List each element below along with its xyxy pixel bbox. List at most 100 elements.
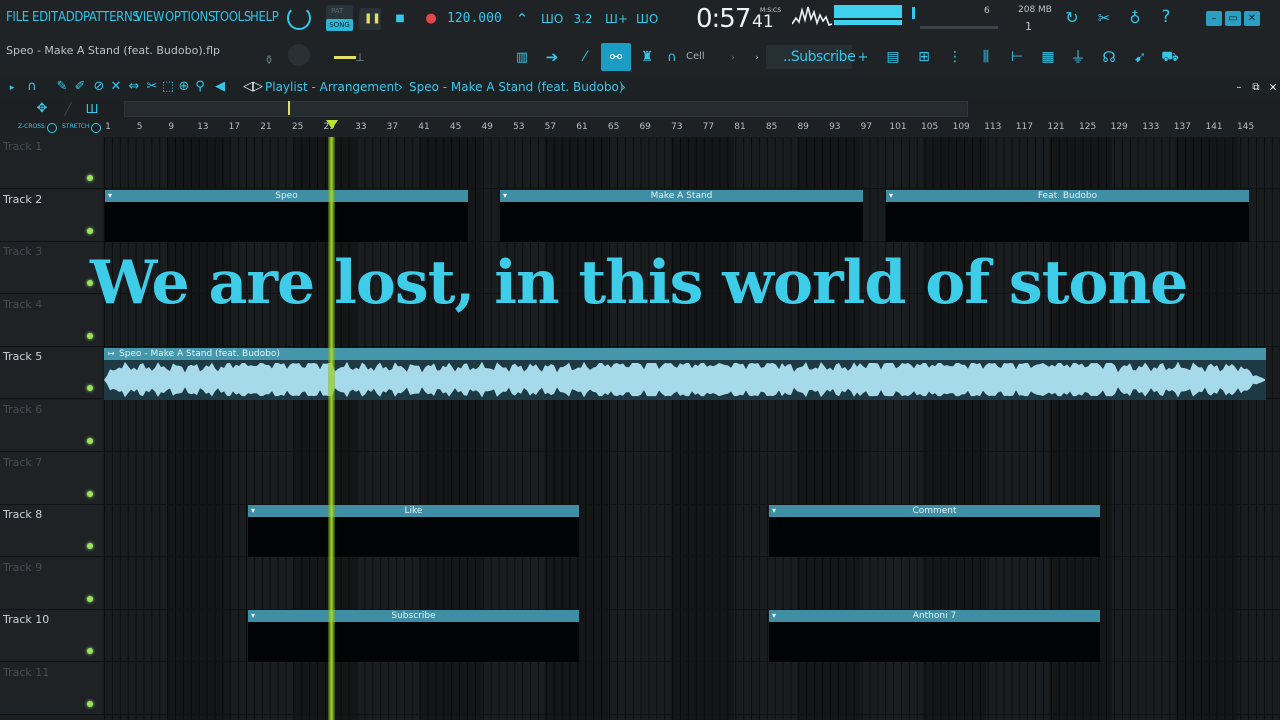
track-mute-toggle[interactable] xyxy=(87,595,93,602)
stop-button[interactable]: ■ xyxy=(389,8,411,30)
help-icon[interactable]: ? xyxy=(1156,9,1176,26)
add-pattern-icon[interactable]: + xyxy=(857,50,869,66)
menu-patterns[interactable]: PATTERNS xyxy=(83,10,140,25)
stamp-icon[interactable]: ♜ xyxy=(636,49,658,65)
window-restore-icon[interactable]: ⧉ xyxy=(1250,80,1262,96)
snap-cell-label[interactable]: Cell xyxy=(686,51,705,62)
audio-clip[interactable]: ↦ Speo - Make A Stand (feat. Budobo) xyxy=(104,348,1266,400)
track-header[interactable]: Track 4 xyxy=(0,294,102,347)
plugin-icon[interactable]: ⏚ xyxy=(1068,49,1088,65)
paint-tool-icon[interactable]: ✐ xyxy=(72,79,88,95)
slider-handle-icon[interactable]: ⊥ xyxy=(355,50,365,66)
select-tool-icon[interactable]: ⬚ xyxy=(160,79,176,95)
timeline-ruler[interactable]: Z-CROSS STRETCH 1 5 9 13 17 21 25 29 33 37 41 45 49 5… xyxy=(0,119,1280,137)
close-button[interactable]: ✕ xyxy=(1244,11,1260,26)
track-mute-toggle[interactable] xyxy=(87,332,93,339)
pattern-clip[interactable]: ▾ Like xyxy=(248,505,579,557)
minimize-button[interactable]: – xyxy=(1206,11,1222,26)
track-mute-toggle[interactable] xyxy=(87,648,93,655)
track-mute-toggle[interactable] xyxy=(87,490,93,497)
slip-tool-icon[interactable]: ⇔ xyxy=(126,79,142,95)
track-header[interactable]: Track 5 xyxy=(0,347,102,400)
menu-arrow-icon[interactable]: ▸ xyxy=(6,80,18,96)
track-header[interactable]: Track 2 xyxy=(0,189,102,242)
record-button[interactable]: ● xyxy=(420,8,442,30)
track-header[interactable]: Track 6 xyxy=(0,400,102,452)
speaker-icon[interactable]: ◀ xyxy=(212,79,228,95)
window-minimize-icon[interactable]: – xyxy=(1233,80,1245,96)
maximize-button[interactable]: ▭ xyxy=(1225,11,1241,26)
zoom-tool-icon[interactable]: ⊕ xyxy=(176,79,192,95)
pattern-clip[interactable]: ▾ Subscribe xyxy=(248,610,579,662)
countdown-icon[interactable]: 3.2 xyxy=(572,11,594,27)
slice-tool-icon[interactable]: ✂ xyxy=(144,79,160,95)
track-header[interactable]: Track 11 xyxy=(0,663,102,715)
menu-edit[interactable]: EDIT xyxy=(32,10,58,25)
metronome-small-icon[interactable]: ⚱ xyxy=(262,52,276,68)
breadcrumb-song[interactable]: Speo - Make A Stand (feat. Budobo) xyxy=(409,80,624,94)
breadcrumb-playlist[interactable]: Playlist - Arrangement xyxy=(265,80,399,94)
pattern-clip[interactable]: ▾ Feat. Budobo xyxy=(886,190,1249,242)
pattern-clip[interactable]: ▾ Comment xyxy=(769,505,1100,557)
track-header[interactable]: Track 10 xyxy=(0,610,102,663)
touch-controller-icon[interactable]: ☊ xyxy=(1099,49,1119,65)
tempo-tapper-icon[interactable]: ➹ xyxy=(1130,49,1150,65)
chevron-right-icon[interactable]: › xyxy=(752,50,762,66)
browser-icon[interactable]: ⊢ xyxy=(1007,49,1027,65)
track-mute-toggle[interactable] xyxy=(87,175,93,181)
zoom-icon[interactable]: ✥ xyxy=(32,101,52,117)
track-header[interactable]: Track 8 xyxy=(0,505,102,558)
master-pitch-knob[interactable] xyxy=(288,44,310,66)
arrow-right-icon[interactable]: ➔ xyxy=(541,49,563,65)
mixer-icon[interactable]: ⫼ xyxy=(976,49,996,65)
metronome-icon[interactable]: ⌃ xyxy=(511,11,533,27)
menu-file[interactable]: FILE xyxy=(6,10,29,25)
shop-cart-icon[interactable]: ⛟ xyxy=(1160,49,1180,65)
playlist-view-icon[interactable]: ▥ xyxy=(510,50,534,66)
pattern-clip[interactable]: ▾ Anthoni 7 xyxy=(769,610,1100,662)
menu-help[interactable]: HELP xyxy=(250,10,279,25)
step-edit-icon[interactable]: Ш+ xyxy=(605,11,628,27)
track-mute-toggle[interactable] xyxy=(87,438,93,444)
track-mute-toggle[interactable] xyxy=(87,701,93,707)
window-arrows-icon[interactable]: ◁▷ xyxy=(243,79,263,95)
track-header[interactable]: Track 7 xyxy=(0,452,102,505)
magnet-icon[interactable]: ∩ xyxy=(664,50,680,66)
playhead-marker[interactable] xyxy=(326,120,338,129)
menu-options[interactable]: OPTIONS xyxy=(165,10,215,25)
track-header[interactable]: Track 3 xyxy=(0,242,102,295)
project-icon[interactable]: ▦ xyxy=(1038,49,1058,65)
menu-add[interactable]: ADD xyxy=(58,10,83,25)
channel-rack-icon[interactable]: ▤ xyxy=(883,49,903,65)
track-header[interactable]: Track 9 xyxy=(0,557,102,610)
track-mute-toggle[interactable] xyxy=(87,385,93,392)
menu-view[interactable]: VIEW xyxy=(135,10,165,25)
magnet-icon[interactable]: ∩ xyxy=(24,79,40,95)
window-close-icon[interactable]: ✕ xyxy=(1267,80,1279,96)
tempo-display[interactable]: 120.000 xyxy=(447,11,502,29)
pattern-clip[interactable]: ▾ Speo xyxy=(105,190,468,242)
master-volume-slider[interactable] xyxy=(334,56,356,59)
wait-for-input-icon[interactable]: ШO xyxy=(541,11,563,27)
cut-tool-icon[interactable]: ✂ xyxy=(1094,10,1114,26)
piano-roll-icon[interactable]: ⊞ xyxy=(914,49,934,65)
pencil-icon[interactable]: ╱ xyxy=(60,101,76,117)
delete-tool-icon[interactable]: ⊘ xyxy=(91,79,107,95)
link-toggle-button[interactable]: ⚯ xyxy=(601,43,631,71)
play-button[interactable]: ❚❚ xyxy=(359,8,381,30)
undo-history-icon[interactable]: ↻ xyxy=(1062,10,1082,26)
track-mute-toggle[interactable] xyxy=(87,543,93,550)
brush-icon[interactable]: ⁄ xyxy=(574,49,596,65)
microphone-icon[interactable]: ♁ xyxy=(1125,10,1145,26)
playback-tool-icon[interactable]: ⚲ xyxy=(192,79,208,95)
track-mute-toggle[interactable] xyxy=(87,227,93,234)
chevron-right-icon[interactable]: › xyxy=(728,50,738,66)
loop-record-icon[interactable]: ШO xyxy=(636,11,658,27)
piano-icon[interactable]: Ш xyxy=(84,101,100,117)
draw-tool-icon[interactable]: ✎ xyxy=(54,79,70,95)
step-sequencer-icon[interactable]: ⋮ xyxy=(945,49,965,65)
playlist-overview[interactable]: ✥ ╱ Ш xyxy=(0,99,1280,119)
master-volume-knob[interactable] xyxy=(287,6,311,30)
pattern-clip[interactable]: ▾ Make A Stand xyxy=(500,190,863,242)
overview-scrollbar[interactable] xyxy=(124,101,968,117)
